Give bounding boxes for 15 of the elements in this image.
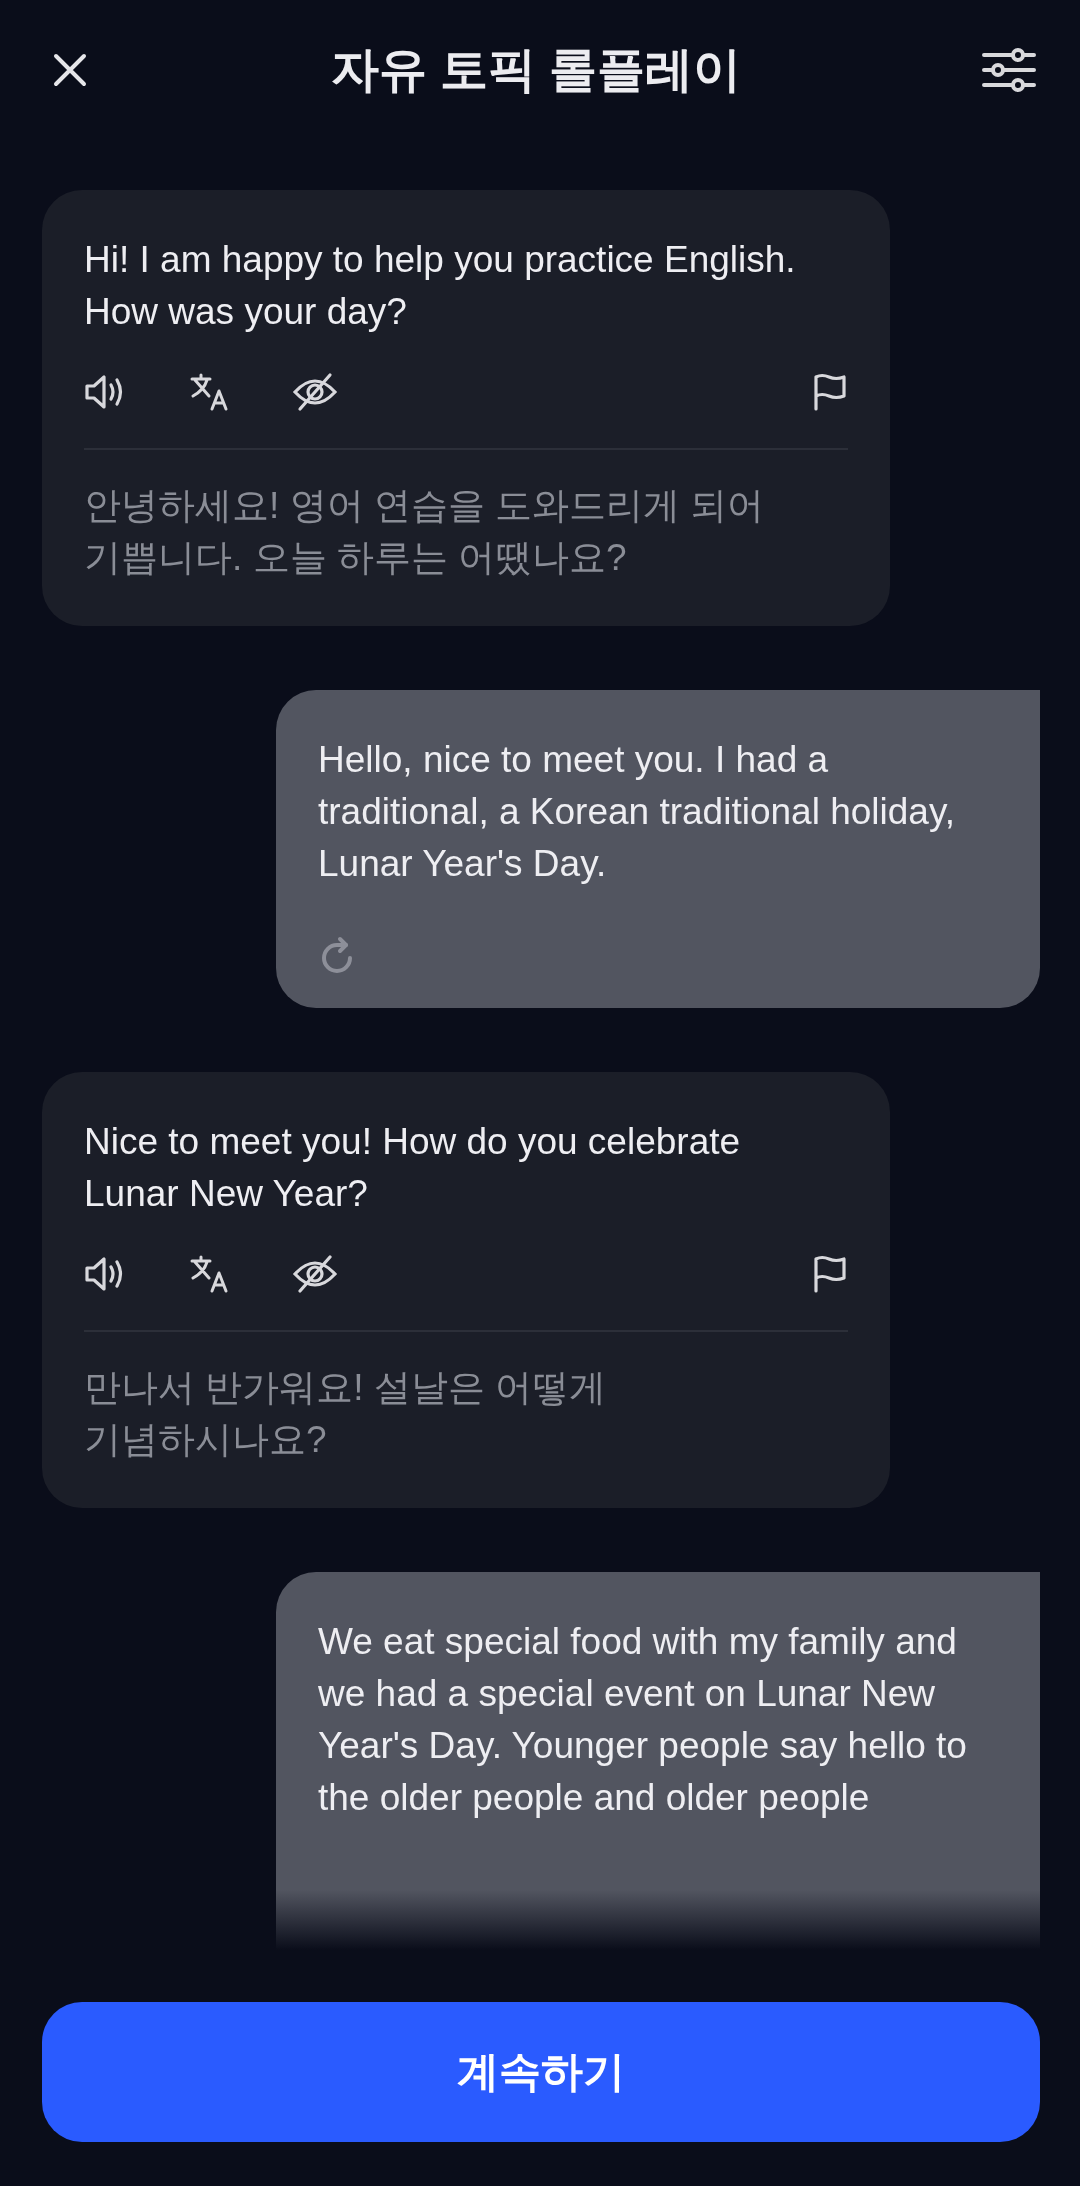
translate-icon[interactable] xyxy=(190,1254,230,1294)
translation-text: 만나서 반가워요! 설날은 어떻게 기념하시나요? xyxy=(84,1366,608,1462)
translation-text: 안녕하세요! 영어 연습을 도와드리게 되어 기쁩니다. 오늘 하루는 어땠나요? xyxy=(84,484,766,580)
settings-icon xyxy=(982,48,1036,92)
message-text: Hi! I am happy to help you practice English. How was your day? xyxy=(84,238,797,334)
message-text: Nice to meet you! How do you celebrate Lunar New Year? xyxy=(84,1120,742,1216)
flag-icon[interactable] xyxy=(812,372,848,412)
continue-button[interactable]: 계속하기 xyxy=(42,2002,1040,2142)
message-text: Hello, nice to meet you. I had a traditional, a Korean traditional holiday, Lunar Year's Day. xyxy=(318,738,956,886)
eye-off-icon[interactable] xyxy=(292,372,338,412)
eye-off-icon[interactable] xyxy=(292,1254,338,1294)
message-text: We eat special food with my family and we had a special event on Lunar New Year's Day. Younger people say hello to the older people and older people xyxy=(318,1620,968,1820)
flag-icon[interactable] xyxy=(812,1254,848,1294)
translate-icon[interactable] xyxy=(190,372,230,412)
screen-title: 자유 토픽 롤플레이 xyxy=(330,42,742,98)
